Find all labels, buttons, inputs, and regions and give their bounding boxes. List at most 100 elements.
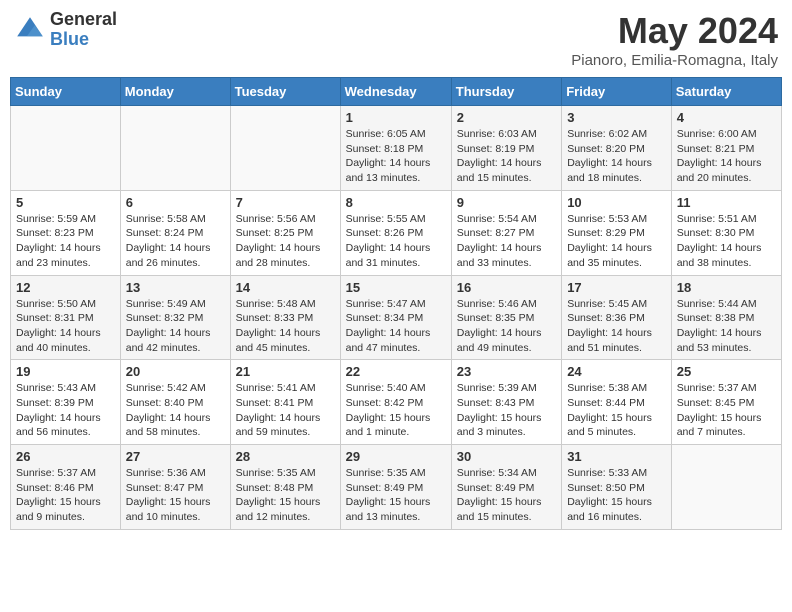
day-number: 14 xyxy=(236,280,335,295)
calendar-body: 1 Sunrise: 6:05 AM Sunset: 8:18 PM Daylig… xyxy=(11,106,782,530)
calendar-day-18: 18Sunrise: 5:44 AM Sunset: 8:38 PM Dayli… xyxy=(671,275,781,360)
day-number: 2 xyxy=(457,110,556,125)
day-number: 1 xyxy=(346,110,446,125)
calendar-week-row: 26Sunrise: 5:37 AM Sunset: 8:46 PM Dayli… xyxy=(11,445,782,530)
day-number: 13 xyxy=(126,280,225,295)
day-info: Sunrise: 5:41 AM Sunset: 8:41 PM Dayligh… xyxy=(236,382,321,438)
calendar-day-26: 26Sunrise: 5:37 AM Sunset: 8:46 PM Dayli… xyxy=(11,445,121,530)
logo-blue-text: Blue xyxy=(50,30,117,50)
calendar-day-17: 17 Sunrise: 5:45 AM Sunset: 8:36 PM Dayli… xyxy=(562,275,672,360)
weekday-header-wednesday: Wednesday xyxy=(340,78,451,106)
weekday-header-thursday: Thursday xyxy=(451,78,561,106)
calendar-table: SundayMondayTuesdayWednesdayThursdayFrid… xyxy=(10,77,782,530)
empty-cell xyxy=(671,445,781,530)
day-number: 30 xyxy=(457,449,556,464)
day-number: 6 xyxy=(126,195,225,210)
title-block: May 2024 Pianoro, Emilia-Romagna, Italy xyxy=(571,10,778,69)
calendar-day-27: 27Sunrise: 5:36 AM Sunset: 8:47 PM Dayli… xyxy=(120,445,230,530)
calendar-day-5: 5 Sunrise: 5:59 AM Sunset: 8:23 PM Daylig… xyxy=(11,190,121,275)
day-info: Sunrise: 5:33 AM Sunset: 8:50 PM Dayligh… xyxy=(567,467,652,523)
calendar-day-4: 4 Sunrise: 6:00 AM Sunset: 8:21 PM Daylig… xyxy=(671,106,781,191)
page-header: General Blue May 2024 Pianoro, Emilia-Ro… xyxy=(10,10,782,69)
calendar-day-20: 20 Sunrise: 5:42 AM Sunset: 8:40 PM Dayli… xyxy=(120,360,230,445)
weekday-header-tuesday: Tuesday xyxy=(230,78,340,106)
calendar-day-22: 22Sunrise: 5:40 AM Sunset: 8:42 PM Dayli… xyxy=(340,360,451,445)
empty-cell xyxy=(11,106,121,191)
day-number: 7 xyxy=(236,195,335,210)
calendar-day-10: 10 Sunrise: 5:53 AM Sunset: 8:29 PM Dayli… xyxy=(562,190,672,275)
day-info: Sunrise: 5:55 AM Sunset: 8:26 PM Dayligh… xyxy=(346,213,431,269)
day-info: Sunrise: 5:46 AM Sunset: 8:35 PM Dayligh… xyxy=(457,298,542,354)
logo-icon xyxy=(14,14,46,46)
day-number: 26 xyxy=(16,449,115,464)
calendar-header: SundayMondayTuesdayWednesdayThursdayFrid… xyxy=(11,78,782,106)
day-info: Sunrise: 5:53 AM Sunset: 8:29 PM Dayligh… xyxy=(567,213,652,269)
weekday-header-saturday: Saturday xyxy=(671,78,781,106)
day-number: 21 xyxy=(236,364,335,379)
calendar-day-12: 12 Sunrise: 5:50 AM Sunset: 8:31 PM Dayli… xyxy=(11,275,121,360)
day-info: Sunrise: 5:44 AM Sunset: 8:38 PM Dayligh… xyxy=(677,298,762,354)
day-info: Sunrise: 5:38 AM Sunset: 8:44 PM Dayligh… xyxy=(567,382,652,438)
day-number: 4 xyxy=(677,110,776,125)
calendar-day-6: 6 Sunrise: 5:58 AM Sunset: 8:24 PM Daylig… xyxy=(120,190,230,275)
day-number: 17 xyxy=(567,280,666,295)
day-number: 25 xyxy=(677,364,776,379)
day-info: Sunrise: 5:39 AM Sunset: 8:43 PM Dayligh… xyxy=(457,382,542,438)
calendar-week-row: 1 Sunrise: 6:05 AM Sunset: 8:18 PM Daylig… xyxy=(11,106,782,191)
day-info: Sunrise: 6:05 AM Sunset: 8:18 PM Dayligh… xyxy=(346,128,431,184)
weekday-header-sunday: Sunday xyxy=(11,78,121,106)
day-info: Sunrise: 5:40 AM Sunset: 8:42 PM Dayligh… xyxy=(346,382,431,438)
day-info: Sunrise: 5:47 AM Sunset: 8:34 PM Dayligh… xyxy=(346,298,431,354)
calendar-day-2: 2 Sunrise: 6:03 AM Sunset: 8:19 PM Daylig… xyxy=(451,106,561,191)
day-number: 10 xyxy=(567,195,666,210)
calendar-day-13: 13 Sunrise: 5:49 AM Sunset: 8:32 PM Dayli… xyxy=(120,275,230,360)
calendar-day-3: 3 Sunrise: 6:02 AM Sunset: 8:20 PM Daylig… xyxy=(562,106,672,191)
day-info: Sunrise: 6:03 AM Sunset: 8:19 PM Dayligh… xyxy=(457,128,542,184)
calendar-day-16: 16Sunrise: 5:46 AM Sunset: 8:35 PM Dayli… xyxy=(451,275,561,360)
day-number: 27 xyxy=(126,449,225,464)
day-info: Sunrise: 5:35 AM Sunset: 8:49 PM Dayligh… xyxy=(346,467,431,523)
calendar-day-31: 31Sunrise: 5:33 AM Sunset: 8:50 PM Dayli… xyxy=(562,445,672,530)
calendar-day-23: 23 Sunrise: 5:39 AM Sunset: 8:43 PM Dayli… xyxy=(451,360,561,445)
day-number: 3 xyxy=(567,110,666,125)
day-number: 29 xyxy=(346,449,446,464)
weekday-header-row: SundayMondayTuesdayWednesdayThursdayFrid… xyxy=(11,78,782,106)
calendar-day-9: 9 Sunrise: 5:54 AM Sunset: 8:27 PM Daylig… xyxy=(451,190,561,275)
day-number: 19 xyxy=(16,364,115,379)
day-info: Sunrise: 5:49 AM Sunset: 8:32 PM Dayligh… xyxy=(126,298,211,354)
calendar-day-7: 7 Sunrise: 5:56 AM Sunset: 8:25 PM Daylig… xyxy=(230,190,340,275)
calendar-week-row: 19 Sunrise: 5:43 AM Sunset: 8:39 PM Dayli… xyxy=(11,360,782,445)
day-info: Sunrise: 5:37 AM Sunset: 8:45 PM Dayligh… xyxy=(677,382,762,438)
day-info: Sunrise: 5:51 AM Sunset: 8:30 PM Dayligh… xyxy=(677,213,762,269)
day-info: Sunrise: 5:56 AM Sunset: 8:25 PM Dayligh… xyxy=(236,213,321,269)
day-number: 9 xyxy=(457,195,556,210)
day-info: Sunrise: 5:50 AM Sunset: 8:31 PM Dayligh… xyxy=(16,298,101,354)
calendar-day-29: 29 Sunrise: 5:35 AM Sunset: 8:49 PM Dayli… xyxy=(340,445,451,530)
day-number: 20 xyxy=(126,364,225,379)
day-number: 15 xyxy=(346,280,446,295)
day-number: 5 xyxy=(16,195,115,210)
location-text: Pianoro, Emilia-Romagna, Italy xyxy=(571,52,778,69)
calendar-day-1: 1 Sunrise: 6:05 AM Sunset: 8:18 PM Daylig… xyxy=(340,106,451,191)
day-info: Sunrise: 5:54 AM Sunset: 8:27 PM Dayligh… xyxy=(457,213,542,269)
day-info: Sunrise: 5:43 AM Sunset: 8:39 PM Dayligh… xyxy=(16,382,101,438)
logo-general-text: General xyxy=(50,10,117,30)
day-info: Sunrise: 5:59 AM Sunset: 8:23 PM Dayligh… xyxy=(16,213,101,269)
day-number: 23 xyxy=(457,364,556,379)
logo: General Blue xyxy=(14,10,117,50)
day-number: 11 xyxy=(677,195,776,210)
day-info: Sunrise: 5:58 AM Sunset: 8:24 PM Dayligh… xyxy=(126,213,211,269)
empty-cell xyxy=(120,106,230,191)
day-number: 8 xyxy=(346,195,446,210)
day-info: Sunrise: 5:45 AM Sunset: 8:36 PM Dayligh… xyxy=(567,298,652,354)
calendar-day-11: 11 Sunrise: 5:51 AM Sunset: 8:30 PM Dayli… xyxy=(671,190,781,275)
day-info: Sunrise: 5:42 AM Sunset: 8:40 PM Dayligh… xyxy=(126,382,211,438)
day-info: Sunrise: 6:00 AM Sunset: 8:21 PM Dayligh… xyxy=(677,128,762,184)
calendar-day-8: 8 Sunrise: 5:55 AM Sunset: 8:26 PM Daylig… xyxy=(340,190,451,275)
day-number: 24 xyxy=(567,364,666,379)
day-info: Sunrise: 6:02 AM Sunset: 8:20 PM Dayligh… xyxy=(567,128,652,184)
day-number: 12 xyxy=(16,280,115,295)
calendar-day-14: 14Sunrise: 5:48 AM Sunset: 8:33 PM Dayli… xyxy=(230,275,340,360)
calendar-day-15: 15 Sunrise: 5:47 AM Sunset: 8:34 PM Dayli… xyxy=(340,275,451,360)
calendar-day-25: 25 Sunrise: 5:37 AM Sunset: 8:45 PM Dayli… xyxy=(671,360,781,445)
